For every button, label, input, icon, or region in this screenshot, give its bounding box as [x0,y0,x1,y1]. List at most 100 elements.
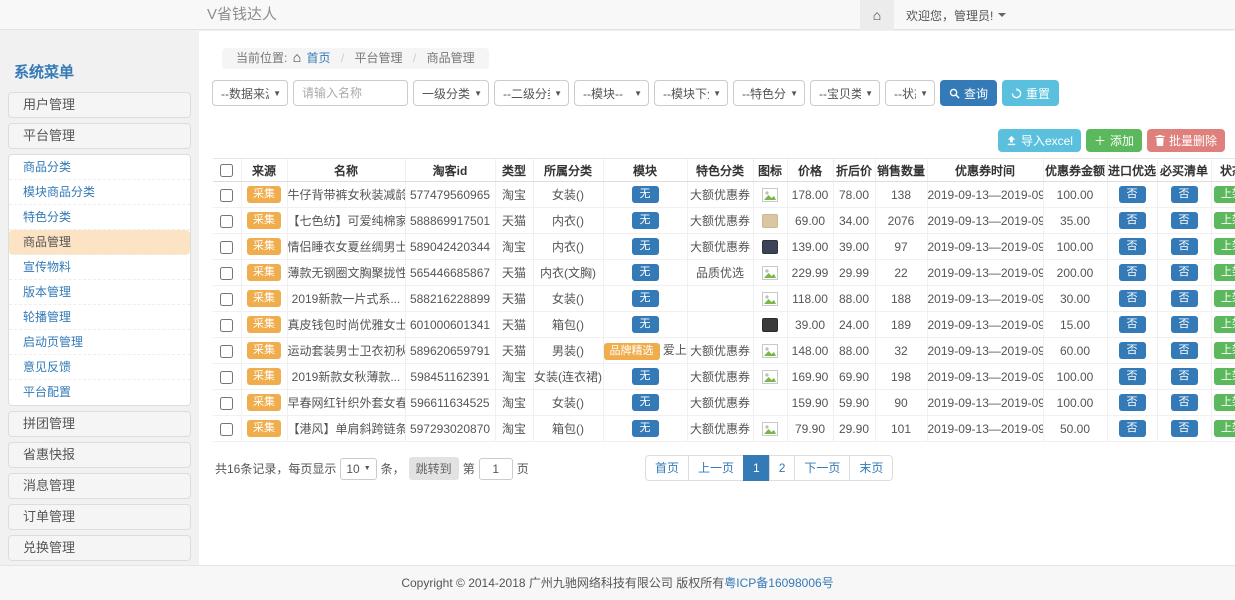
status-badge[interactable]: 上架 [1214,394,1235,411]
must-buy-badge[interactable]: 否 [1171,238,1198,255]
status-badge[interactable]: 上架 [1214,186,1235,203]
status-badge[interactable]: 上架 [1214,368,1235,385]
search-button[interactable]: 查询 [940,80,997,106]
add-button[interactable]: ＋ 添加 [1086,129,1142,152]
must-buy-badge[interactable]: 否 [1171,394,1198,411]
filter-select-7[interactable]: --宝贝类型--▼ [810,80,880,106]
module-none-badge: 无 [632,186,659,203]
status-badge[interactable]: 上架 [1214,290,1235,307]
row-checkbox[interactable] [220,189,233,202]
page-button-1[interactable]: 1 [743,455,770,481]
must-buy-badge[interactable]: 否 [1171,290,1198,307]
row-checkbox[interactable] [220,267,233,280]
icp-link[interactable]: 粤ICP备16098006号 [724,576,833,590]
sidebar-group-5[interactable]: 消息管理 [8,473,191,499]
feature-category-cell: 大额优惠券 [687,364,753,390]
import-select-badge[interactable]: 否 [1119,368,1146,385]
must-buy-cell: 否 [1157,234,1211,260]
status-badge[interactable]: 上架 [1214,264,1235,281]
row-checkbox[interactable] [220,345,233,358]
filter-select-6[interactable]: --特色分类--▼ [733,80,805,106]
filter-select-5[interactable]: --模块下分类--▼ [654,80,728,106]
row-checkbox[interactable] [220,397,233,410]
column-header: 特色分类 [687,159,753,182]
status-badge[interactable]: 上架 [1214,420,1235,437]
must-buy-badge[interactable]: 否 [1171,264,1198,281]
home-button[interactable]: ⌂ [860,0,894,30]
status-badge[interactable]: 上架 [1214,238,1235,255]
sidebar-item[interactable]: 特色分类 [9,205,190,230]
page-button-末页[interactable]: 末页 [849,455,893,481]
sidebar-group-3[interactable]: 拼团管理 [8,411,191,437]
sidebar-group-1[interactable]: 用户管理 [8,92,191,118]
name-search-input[interactable] [293,80,408,106]
row-checkbox[interactable] [220,371,233,384]
row-checkbox[interactable] [220,319,233,332]
feature-category-cell [687,312,753,338]
must-buy-badge[interactable]: 否 [1171,420,1198,437]
batch-delete-button[interactable]: 批量删除 [1147,129,1225,152]
sidebar-item[interactable]: 商品分类 [9,155,190,180]
sidebar-item[interactable]: 宣传物料 [9,255,190,280]
import-select-badge[interactable]: 否 [1119,342,1146,359]
must-buy-badge[interactable]: 否 [1171,368,1198,385]
filter-select-1[interactable]: --数据来源--▼ [212,80,288,106]
breadcrumb-prefix: 当前位置: [236,51,287,65]
sidebar-group-4[interactable]: 省惠快报 [8,442,191,468]
status-badge[interactable]: 上架 [1214,316,1235,333]
sidebar-item[interactable]: 启动页管理 [9,330,190,355]
import-select-badge[interactable]: 否 [1119,420,1146,437]
import-excel-button[interactable]: 导入excel [998,129,1081,152]
select-all-checkbox[interactable] [220,164,233,177]
filter-select-4[interactable]: --模块--▼ [574,80,649,106]
sidebar-item[interactable]: 轮播管理 [9,305,190,330]
must-buy-badge[interactable]: 否 [1171,186,1198,203]
sidebar-group-2[interactable]: 平台管理 [8,123,191,149]
must-buy-badge[interactable]: 否 [1171,212,1198,229]
row-checkbox[interactable] [220,423,233,436]
filter-select-2[interactable]: 一级分类▼ [413,80,489,106]
sidebar-item[interactable]: 平台配置 [9,380,190,405]
must-buy-badge[interactable]: 否 [1171,342,1198,359]
page-button-2[interactable]: 2 [769,455,796,481]
import-select-badge[interactable]: 否 [1119,238,1146,255]
must-buy-badge[interactable]: 否 [1171,316,1198,333]
sidebar-item[interactable]: 意见反馈 [9,355,190,380]
page-button-首页[interactable]: 首页 [645,455,689,481]
row-checkbox[interactable] [220,215,233,228]
import-select-badge[interactable]: 否 [1119,290,1146,307]
coupon-time-cell: 2019-09-13—2019-09-20 [927,234,1043,260]
row-checkbox[interactable] [220,241,233,254]
sidebar-item[interactable]: 版本管理 [9,280,190,305]
reset-button[interactable]: 重置 [1002,80,1059,106]
filter-select-8[interactable]: --状态--▼ [885,80,935,106]
import-select-badge[interactable]: 否 [1119,186,1146,203]
filter-select-3[interactable]: --二级分类--▼ [494,80,569,106]
per-page-select[interactable]: 10 ▼ [340,458,376,480]
product-image-icon [762,266,778,280]
page-button-下一页[interactable]: 下一页 [794,455,850,481]
import-select-badge[interactable]: 否 [1119,394,1146,411]
jump-to-button[interactable]: 跳转到 [409,457,459,480]
sidebar-group-7[interactable]: 兑换管理 [8,535,191,561]
import-select-badge[interactable]: 否 [1119,264,1146,281]
status-badge[interactable]: 上架 [1214,212,1235,229]
sidebar-group-6[interactable]: 订单管理 [8,504,191,530]
page-number-input[interactable] [479,458,513,480]
module-none-badge: 无 [632,420,659,437]
sidebar-item-active[interactable]: 商品管理 [9,230,190,255]
page-button-上一页[interactable]: 上一页 [688,455,744,481]
row-checkbox[interactable] [220,293,233,306]
column-header: 必买清单 [1157,159,1211,182]
sidebar-item[interactable]: 模块商品分类 [9,180,190,205]
breadcrumb-home-link[interactable]: 首页 [307,51,331,65]
status-badge[interactable]: 上架 [1214,342,1235,359]
discount-price-cell: 39.00 [833,234,875,260]
sidebar-title: 系统菜单 [8,57,191,92]
table-row: 采集真皮钱包时尚优雅女士...601000601341天猫箱包()无39.002… [213,312,1235,338]
import-select-badge[interactable]: 否 [1119,316,1146,333]
user-menu[interactable]: 欢迎您，管理员! [894,0,1018,30]
import-select-badge[interactable]: 否 [1119,212,1146,229]
import-select-cell: 否 [1107,338,1157,364]
module-cell: 无 [603,312,687,338]
